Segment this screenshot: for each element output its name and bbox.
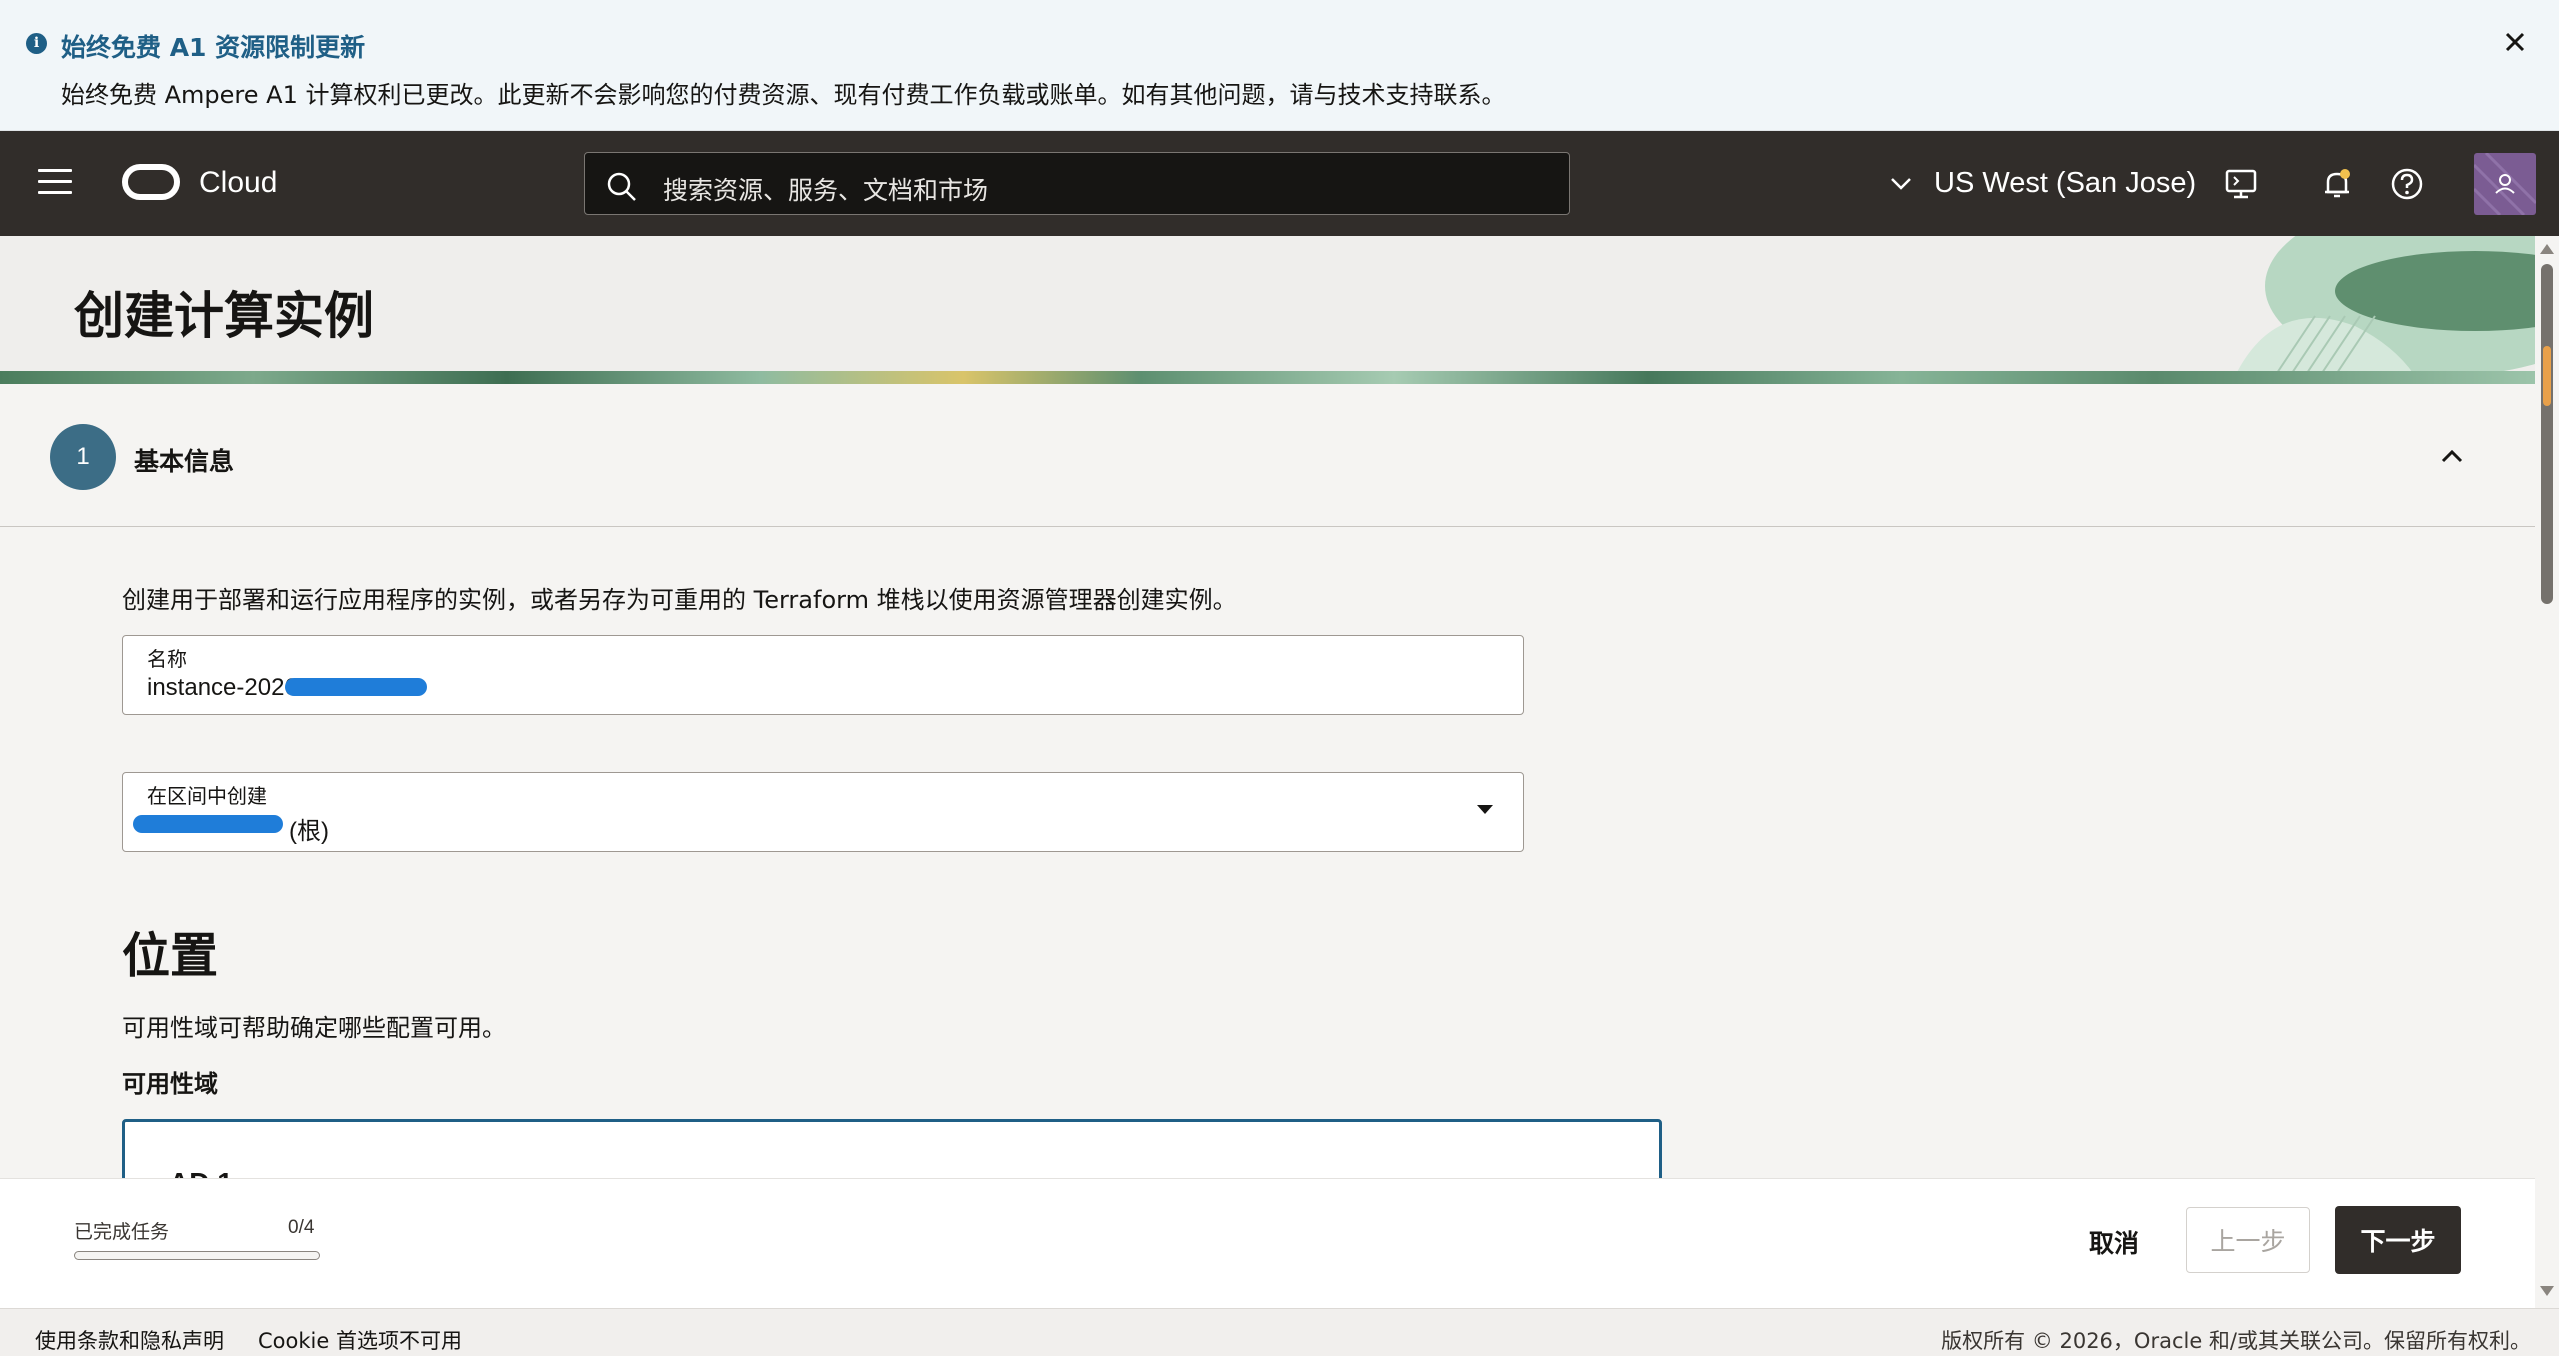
location-description: 可用性域可帮助确定哪些配置可用。 (122, 1014, 506, 1042)
redaction-mark (133, 815, 283, 833)
scroll-up-icon[interactable] (2540, 244, 2554, 254)
banner-title: 始终免费 A1 资源限制更新 (61, 33, 366, 62)
scroll-down-icon[interactable] (2540, 1286, 2554, 1296)
region-selector[interactable]: US West (San Jose) (1886, 163, 2196, 203)
user-avatar[interactable] (2474, 153, 2536, 215)
search-icon (607, 172, 636, 201)
terms-link[interactable]: 使用条款和隐私声明 (35, 1325, 224, 1355)
announcement-banner: i 始终免费 A1 资源限制更新 始终免费 Ampere A1 计算权利已更改。… (0, 0, 2559, 131)
section-basic-info-header[interactable]: 1 基本信息 (0, 384, 2535, 527)
location-heading: 位置 (122, 928, 219, 984)
availability-domain-name: AD 1 (169, 1167, 233, 1178)
chevron-up-icon[interactable] (2435, 440, 2469, 474)
search-placeholder: 搜索资源、服务、文档和市场 (663, 176, 989, 205)
compartment-select[interactable]: 在区间中创建 (根) (122, 772, 1524, 852)
decorative-pattern (2235, 236, 2535, 376)
scrollbar-thumb[interactable] (2541, 264, 2553, 604)
progress-bar (74, 1251, 320, 1260)
form-content: 创建用于部署和运行应用程序的实例，或者另存为可重用的 Terraform 堆栈以… (0, 528, 2535, 1178)
banner-text: 始终免费 Ampere A1 计算权利已更改。此更新不会影响您的付费资源、现有付… (61, 81, 1506, 109)
region-label: US West (San Jose) (1934, 166, 2197, 199)
top-navigation-bar: Cloud 搜索资源、服务、文档和市场 US West (San Jose) (0, 131, 2559, 236)
compartment-field-label: 在区间中创建 (147, 784, 267, 808)
section-intro-text: 创建用于部署和运行应用程序的实例，或者另存为可重用的 Terraform 堆栈以… (122, 586, 1237, 614)
cloud-shell-icon[interactable] (2222, 165, 2260, 203)
previous-button[interactable]: 上一步 (2186, 1207, 2310, 1273)
close-icon[interactable] (2497, 24, 2533, 60)
copyright-text: 版权所有 © 2026，Oracle 和/或其关联公司。保留所有权利。 (1941, 1329, 2531, 1353)
step-number-badge: 1 (50, 424, 116, 490)
menu-icon[interactable] (38, 169, 72, 199)
redaction-mark (285, 678, 427, 696)
page-header: 创建计算实例 (0, 236, 2535, 384)
page-footer: 使用条款和隐私声明 Cookie 首选项不可用 版权所有 © 2026，Orac… (0, 1308, 2559, 1356)
wizard-action-bar: 已完成任务 0/4 取消 上一步 下一步 (0, 1178, 2535, 1308)
cancel-button[interactable]: 取消 (2076, 1209, 2152, 1275)
progress-label: 已完成任务 (74, 1221, 170, 1243)
brand-label[interactable]: Cloud (199, 166, 277, 200)
scrollbar-accent (2543, 346, 2551, 406)
next-button[interactable]: 下一步 (2335, 1206, 2461, 1274)
search-input[interactable]: 搜索资源、服务、文档和市场 (584, 152, 1570, 215)
availability-domain-label: 可用性域 (122, 1070, 218, 1098)
chevron-down-icon (1891, 178, 1911, 190)
oracle-logo[interactable] (122, 164, 180, 200)
cookie-preferences-link[interactable]: Cookie 首选项不可用 (258, 1325, 462, 1355)
section-title: 基本信息 (134, 447, 235, 476)
instance-name-field[interactable]: 名称 instance-2026 (122, 635, 1524, 715)
progress-count: 0/4 (288, 1217, 315, 1238)
availability-domain-card[interactable]: AD 1 (122, 1119, 1662, 1178)
compartment-suffix: (根) (289, 818, 329, 845)
name-field-value[interactable]: instance-2026 (147, 674, 298, 702)
name-field-label: 名称 (147, 647, 187, 671)
decorative-stripe (0, 371, 2535, 384)
dropdown-caret-icon[interactable] (1477, 805, 1493, 814)
page-title: 创建计算实例 (74, 287, 374, 345)
user-icon (2474, 153, 2536, 215)
info-icon: i (26, 33, 47, 54)
page-scrollbar[interactable] (2535, 236, 2559, 1308)
help-icon[interactable] (2388, 165, 2426, 203)
notification-bell-icon[interactable] (2318, 165, 2356, 203)
